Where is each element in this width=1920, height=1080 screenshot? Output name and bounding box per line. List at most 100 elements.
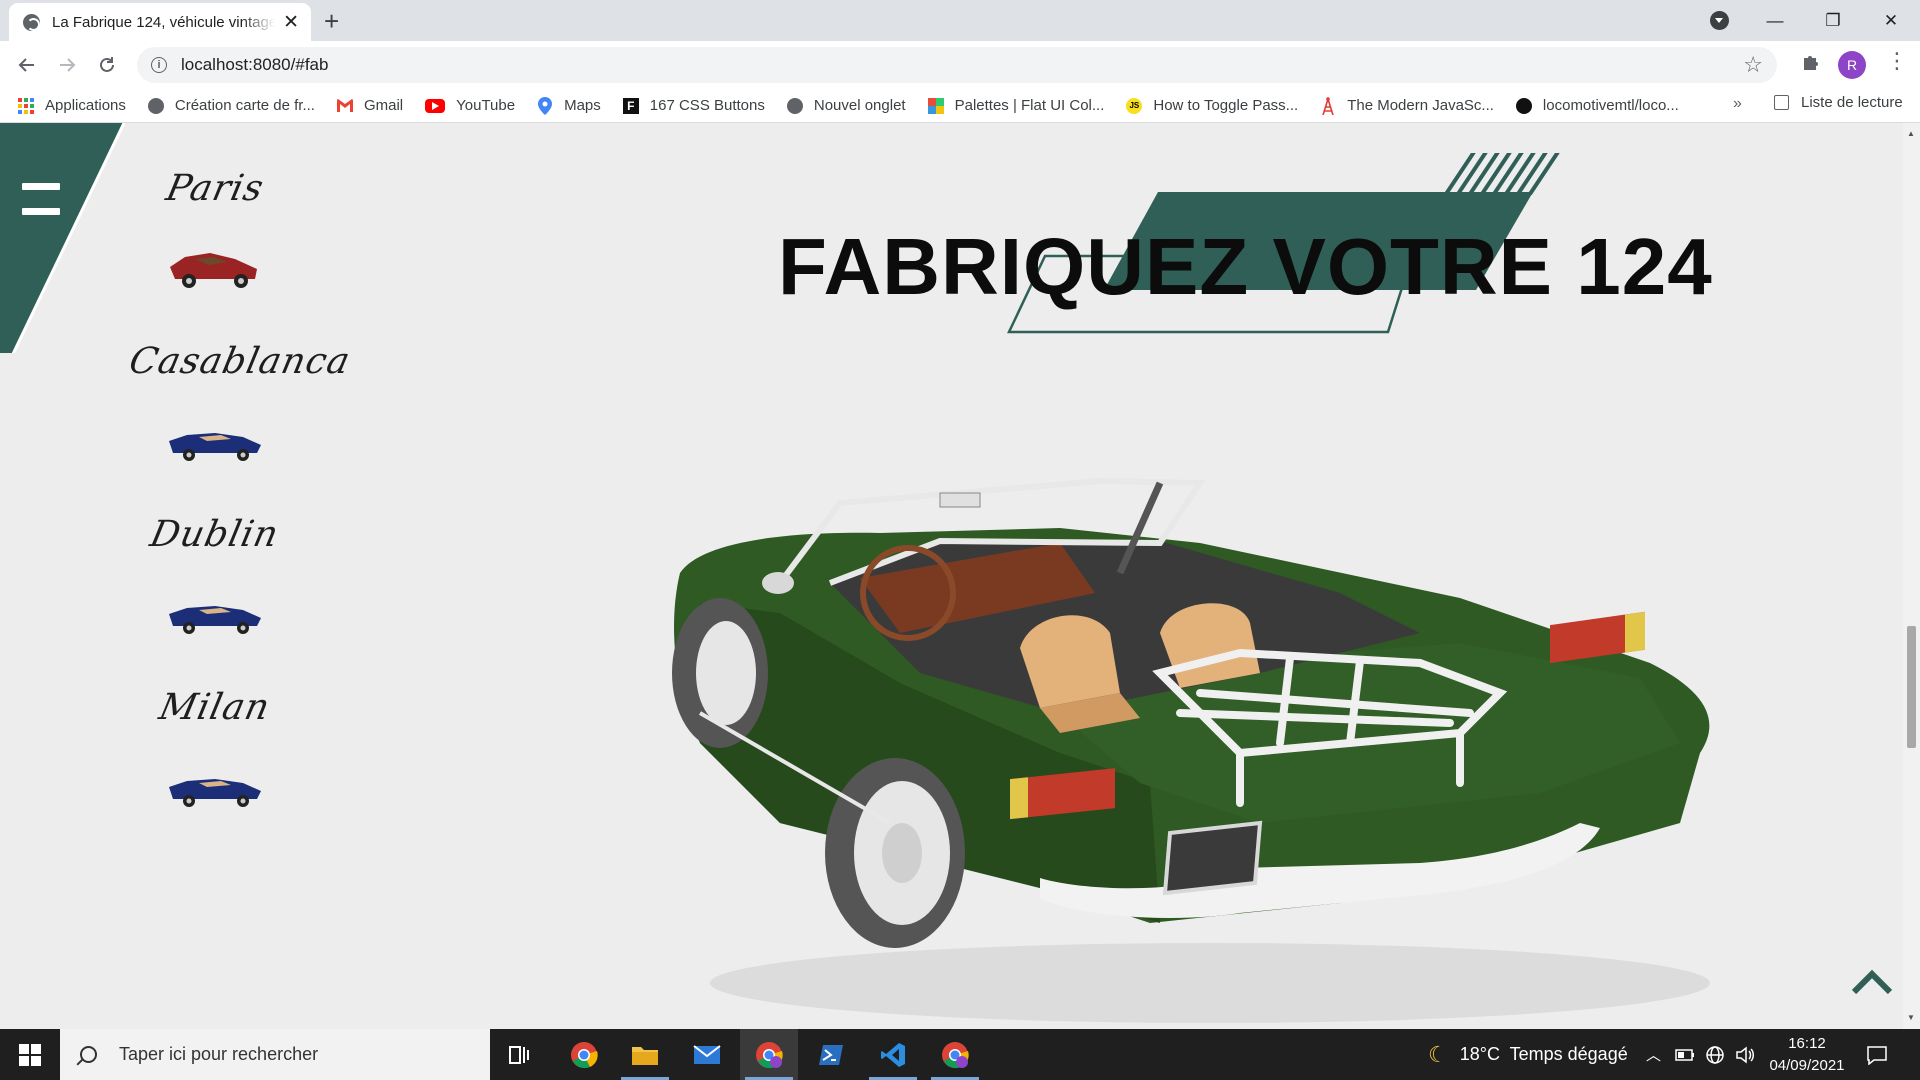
city-paris[interactable]: Paris <box>130 168 300 209</box>
tab-close-button[interactable]: ✕ <box>283 13 299 32</box>
bookmark-gmail[interactable]: Gmail <box>336 97 403 114</box>
file-explorer-icon <box>632 1046 658 1065</box>
apps-grid-icon <box>18 97 34 114</box>
taskbar-chrome-profile[interactable] <box>740 1029 798 1080</box>
car-thumbnail-casablanca[interactable] <box>165 411 265 471</box>
car-thumbnail-paris[interactable] <box>165 235 265 295</box>
forward-arrow-icon <box>60 58 76 72</box>
extensions-puzzle-icon[interactable] <box>1800 51 1822 79</box>
taskbar-vscode[interactable] <box>864 1029 922 1080</box>
tab-bar: La Fabrique 124, véhicule vintage ✕ + — … <box>0 0 1920 41</box>
city-dublin[interactable]: Dublin <box>130 514 300 555</box>
volume-icon[interactable] <box>1735 1029 1755 1080</box>
taskbar-mail[interactable] <box>678 1029 736 1080</box>
taskbar-chrome[interactable] <box>555 1029 613 1080</box>
profile-avatar[interactable]: R <box>1838 51 1866 79</box>
car-3d-model[interactable] <box>640 423 1740 1029</box>
taskbar-file-explorer[interactable] <box>616 1029 674 1080</box>
tab-search-icon[interactable] <box>1710 11 1729 30</box>
maps-icon <box>537 96 553 115</box>
show-hidden-icons-button[interactable]: ︿ <box>1646 1029 1661 1080</box>
close-window-button[interactable]: ✕ <box>1862 0 1920 41</box>
system-clock[interactable]: 16:12 04/09/2021 <box>1762 1033 1852 1077</box>
city-casablanca[interactable]: Casablanca <box>126 341 354 382</box>
taskbar-powershell[interactable] <box>802 1029 860 1080</box>
clock-date: 04/09/2021 <box>1769 1057 1845 1074</box>
f-icon: F <box>622 97 639 114</box>
search-icon <box>80 1046 97 1063</box>
bookmark-css-buttons[interactable]: F 167 CSS Buttons <box>622 97 765 114</box>
page-scrollbar[interactable]: ▲ ▼ <box>1903 123 1920 1029</box>
gmail-icon <box>336 98 353 114</box>
task-view-button[interactable] <box>490 1029 548 1080</box>
scroll-down-arrow-icon[interactable]: ▼ <box>1907 1013 1915 1022</box>
reload-button[interactable] <box>93 51 121 79</box>
bookmark-palettes[interactable]: Palettes | Flat UI Col... <box>927 97 1104 114</box>
browser-toolbar: i localhost:8080/#fab ☆ <box>0 41 1920 89</box>
scroll-up-arrow-icon[interactable]: ▲ <box>1907 129 1915 138</box>
moon-icon: ☾ <box>1428 1041 1448 1067</box>
city-name-paris: Paris <box>162 168 268 209</box>
reading-list-button[interactable]: Liste de lecture <box>1774 94 1903 111</box>
bookmark-modern-javascript[interactable]: The Modern JavaSc... <box>1320 96 1494 115</box>
browser-tab[interactable]: La Fabrique 124, véhicule vintage ✕ <box>9 3 311 41</box>
city-name-milan: Milan <box>155 687 275 728</box>
bookmark-maps[interactable]: Maps <box>537 96 601 115</box>
js-icon: JS <box>1126 97 1143 114</box>
chrome-icon <box>571 1041 598 1068</box>
city-milan[interactable]: Milan <box>130 687 300 728</box>
url-text[interactable]: localhost:8080/#fab <box>181 55 328 75</box>
taskbar-search-input[interactable]: Taper ici pour rechercher <box>60 1029 490 1080</box>
globe-icon <box>23 13 40 31</box>
notification-icon <box>1867 1045 1887 1065</box>
bookmark-youtube[interactable]: YouTube <box>425 97 515 114</box>
browser-menu-icon[interactable]: ⋮ <box>1886 50 1908 72</box>
windows-taskbar: Taper ici pour rechercher ☾ 18°C Temps d… <box>0 1029 1920 1080</box>
bookmark-creation-carte[interactable]: Création carte de fr... <box>147 97 315 114</box>
bookmark-applications[interactable]: Applications <box>18 97 126 114</box>
back-button[interactable] <box>13 51 41 79</box>
tab-title: La Fabrique 124, véhicule vintage <box>52 13 276 31</box>
scrollbar-thumb[interactable] <box>1907 626 1916 748</box>
chrome-profile-icon <box>942 1041 969 1068</box>
windows-logo-icon <box>19 1043 41 1066</box>
back-to-top-chevron-icon[interactable] <box>1850 968 1894 998</box>
vscode-icon <box>881 1042 905 1067</box>
github-icon <box>1515 97 1532 114</box>
battery-icon[interactable] <box>1675 1029 1695 1080</box>
taskbar-chrome-profile-2[interactable] <box>926 1029 984 1080</box>
globe-icon <box>786 97 803 114</box>
clock-time: 16:12 <box>1788 1035 1826 1052</box>
bookmarks-overflow-button[interactable]: » <box>1733 95 1742 113</box>
start-button[interactable] <box>0 1029 60 1080</box>
car-thumbnail-milan[interactable] <box>165 757 265 817</box>
new-tab-button[interactable]: + <box>324 6 339 36</box>
back-arrow-icon <box>18 58 34 72</box>
address-bar[interactable]: i localhost:8080/#fab ☆ <box>137 47 1777 83</box>
network-globe-icon[interactable] <box>1705 1029 1725 1080</box>
minimize-button[interactable]: — <box>1746 0 1804 41</box>
site-info-icon[interactable]: i <box>151 57 167 73</box>
forward-button[interactable] <box>53 51 81 79</box>
bookmark-locomotive[interactable]: locomotivemtl/loco... <box>1515 97 1679 114</box>
powershell-icon <box>819 1044 843 1065</box>
bookmark-star-icon[interactable]: ☆ <box>1743 52 1763 78</box>
bookmark-nouvel-onglet[interactable]: Nouvel onglet <box>786 97 906 114</box>
page-viewport: FABRIQUEZ VOTRE 124 Paris Casablanca Dub… <box>0 123 1903 1029</box>
bookmark-toggle-pass[interactable]: JS How to Toggle Pass... <box>1126 97 1298 114</box>
globe-icon <box>147 97 164 114</box>
youtube-icon <box>425 98 446 113</box>
city-name-dublin: Dublin <box>146 514 284 555</box>
page-title: FABRIQUEZ VOTRE 124 <box>778 222 1713 311</box>
antenna-icon <box>1320 96 1336 115</box>
restore-button[interactable]: ❐ <box>1804 0 1862 41</box>
chrome-profile-icon <box>756 1041 783 1068</box>
palette-icon <box>927 97 944 114</box>
reload-icon <box>100 57 114 72</box>
mail-icon <box>693 1044 721 1064</box>
bookmarks-bar: Applications Création carte de fr... Gma… <box>0 89 1920 123</box>
weather-widget[interactable]: ☾ 18°C Temps dégagé <box>1428 1029 1628 1080</box>
reading-list-icon <box>1774 95 1789 110</box>
car-thumbnail-dublin[interactable] <box>165 584 265 644</box>
notifications-button[interactable] <box>1866 1029 1888 1080</box>
